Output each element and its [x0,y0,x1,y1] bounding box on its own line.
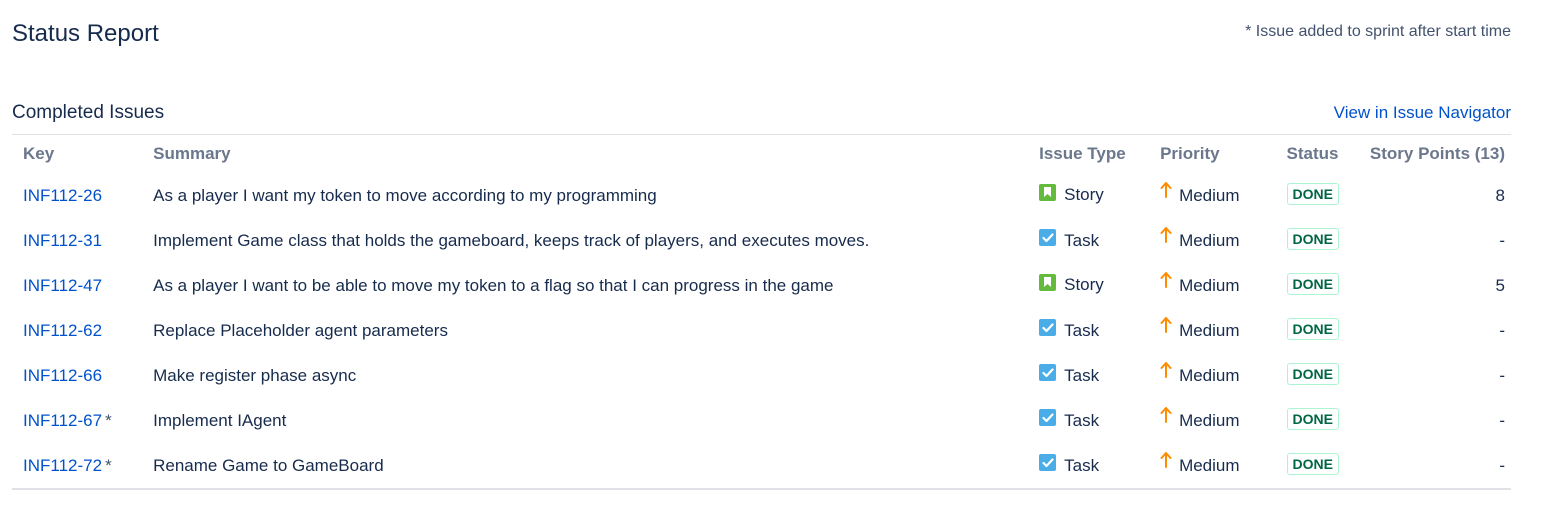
table-row: INF112-72 * Rename Game to GameBoard Task… [12,443,1511,489]
table-header-row: Key Summary Issue Type Priority Status S… [12,135,1511,174]
table-row: INF112-26 As a player I want my token to… [12,173,1511,218]
column-header-key[interactable]: Key [12,135,142,174]
story-points-value: 8 [1495,185,1505,205]
column-header-summary[interactable]: Summary [142,135,1028,174]
story-points-value: - [1499,320,1505,340]
table-body: INF112-26 As a player I want my token to… [12,173,1511,489]
column-header-status[interactable]: Status [1276,135,1359,174]
issue-summary: Implement Game class that holds the game… [153,230,870,250]
issue-summary: Replace Placeholder agent parameters [153,320,448,340]
task-icon [1039,454,1057,471]
issue-type-label: Story [1064,185,1104,204]
priority-medium-arrow-icon [1160,182,1172,203]
table-row: INF112-62 Replace Placeholder agent para… [12,308,1511,353]
issue-type-label: Task [1064,320,1100,340]
priority-medium-arrow-icon [1160,362,1172,383]
priority-label: Medium [1179,230,1240,250]
issue-type-label: Task [1064,230,1100,250]
priority-label: Medium [1179,320,1240,340]
status-badge: DONE [1286,182,1339,205]
priority-label: Medium [1179,185,1240,205]
priority-medium-arrow-icon [1160,272,1172,293]
priority-medium-arrow-icon [1160,407,1172,428]
status-badge: DONE [1286,227,1339,250]
story-points-value: - [1499,230,1505,250]
issue-summary: Rename Game to GameBoard [153,455,384,475]
story-icon [1039,273,1057,291]
priority-label: Medium [1179,455,1240,475]
issue-summary: Implement IAgent [153,410,287,430]
status-badge: DONE [1286,272,1339,295]
completed-issues-heading: Completed Issues [12,102,165,123]
issue-key-link[interactable]: INF112-47 [23,276,102,295]
priority-medium-arrow-icon [1160,317,1172,338]
status-badge: DONE [1286,452,1339,475]
status-badge: DONE [1286,317,1339,340]
column-header-priority[interactable]: Priority [1149,135,1275,174]
issue-summary: As a player I want to be able to move my… [153,275,834,295]
priority-label: Medium [1179,365,1240,385]
issue-summary: As a player I want my token to move acco… [153,185,657,205]
story-points-value: 5 [1495,275,1505,295]
task-icon [1039,409,1057,426]
priority-label: Medium [1179,410,1240,430]
completed-issues-table: Key Summary Issue Type Priority Status S… [12,134,1511,490]
story-points-value: - [1499,455,1505,475]
issue-key-link[interactable]: INF112-67 [23,411,102,430]
issue-key-link[interactable]: INF112-26 [23,186,102,205]
table-row: INF112-31 Implement Game class that hold… [12,218,1511,263]
issue-key-link[interactable]: INF112-31 [23,231,102,250]
status-badge: DONE [1286,407,1339,430]
status-badge: DONE [1286,362,1339,385]
issue-type-label: Task [1064,455,1100,475]
added-after-start-marker: * [105,455,112,475]
issue-type-label: Task [1064,410,1100,430]
sprint-footnote: * Issue added to sprint after start time [1245,23,1511,40]
column-header-story-points[interactable]: Story Points (13) [1359,135,1511,174]
issue-key-link[interactable]: INF112-66 [23,366,102,385]
issue-key-link[interactable]: INF112-72 [23,456,102,475]
column-header-issue-type[interactable]: Issue Type [1028,135,1149,174]
issue-summary: Make register phase async [153,365,357,385]
added-after-start-marker: * [105,410,112,430]
issue-key-link[interactable]: INF112-62 [23,321,102,340]
table-row: INF112-66 Make register phase async Task… [12,353,1511,398]
story-points-value: - [1499,365,1505,385]
task-icon [1039,319,1057,336]
table-row: INF112-47 As a player I want to be able … [12,263,1511,308]
task-icon [1039,229,1057,246]
priority-medium-arrow-icon [1160,227,1172,248]
view-in-issue-navigator-link[interactable]: View in Issue Navigator [1334,102,1511,124]
issue-type-label: Story [1064,275,1104,294]
table-row: INF112-67 * Implement IAgent Task Medium … [12,398,1511,443]
story-icon [1039,183,1057,201]
priority-label: Medium [1179,275,1240,295]
task-icon [1039,364,1057,381]
story-points-value: - [1499,410,1505,430]
issue-type-label: Task [1064,365,1100,385]
priority-medium-arrow-icon [1160,452,1172,473]
page-title: Status Report [12,20,159,47]
